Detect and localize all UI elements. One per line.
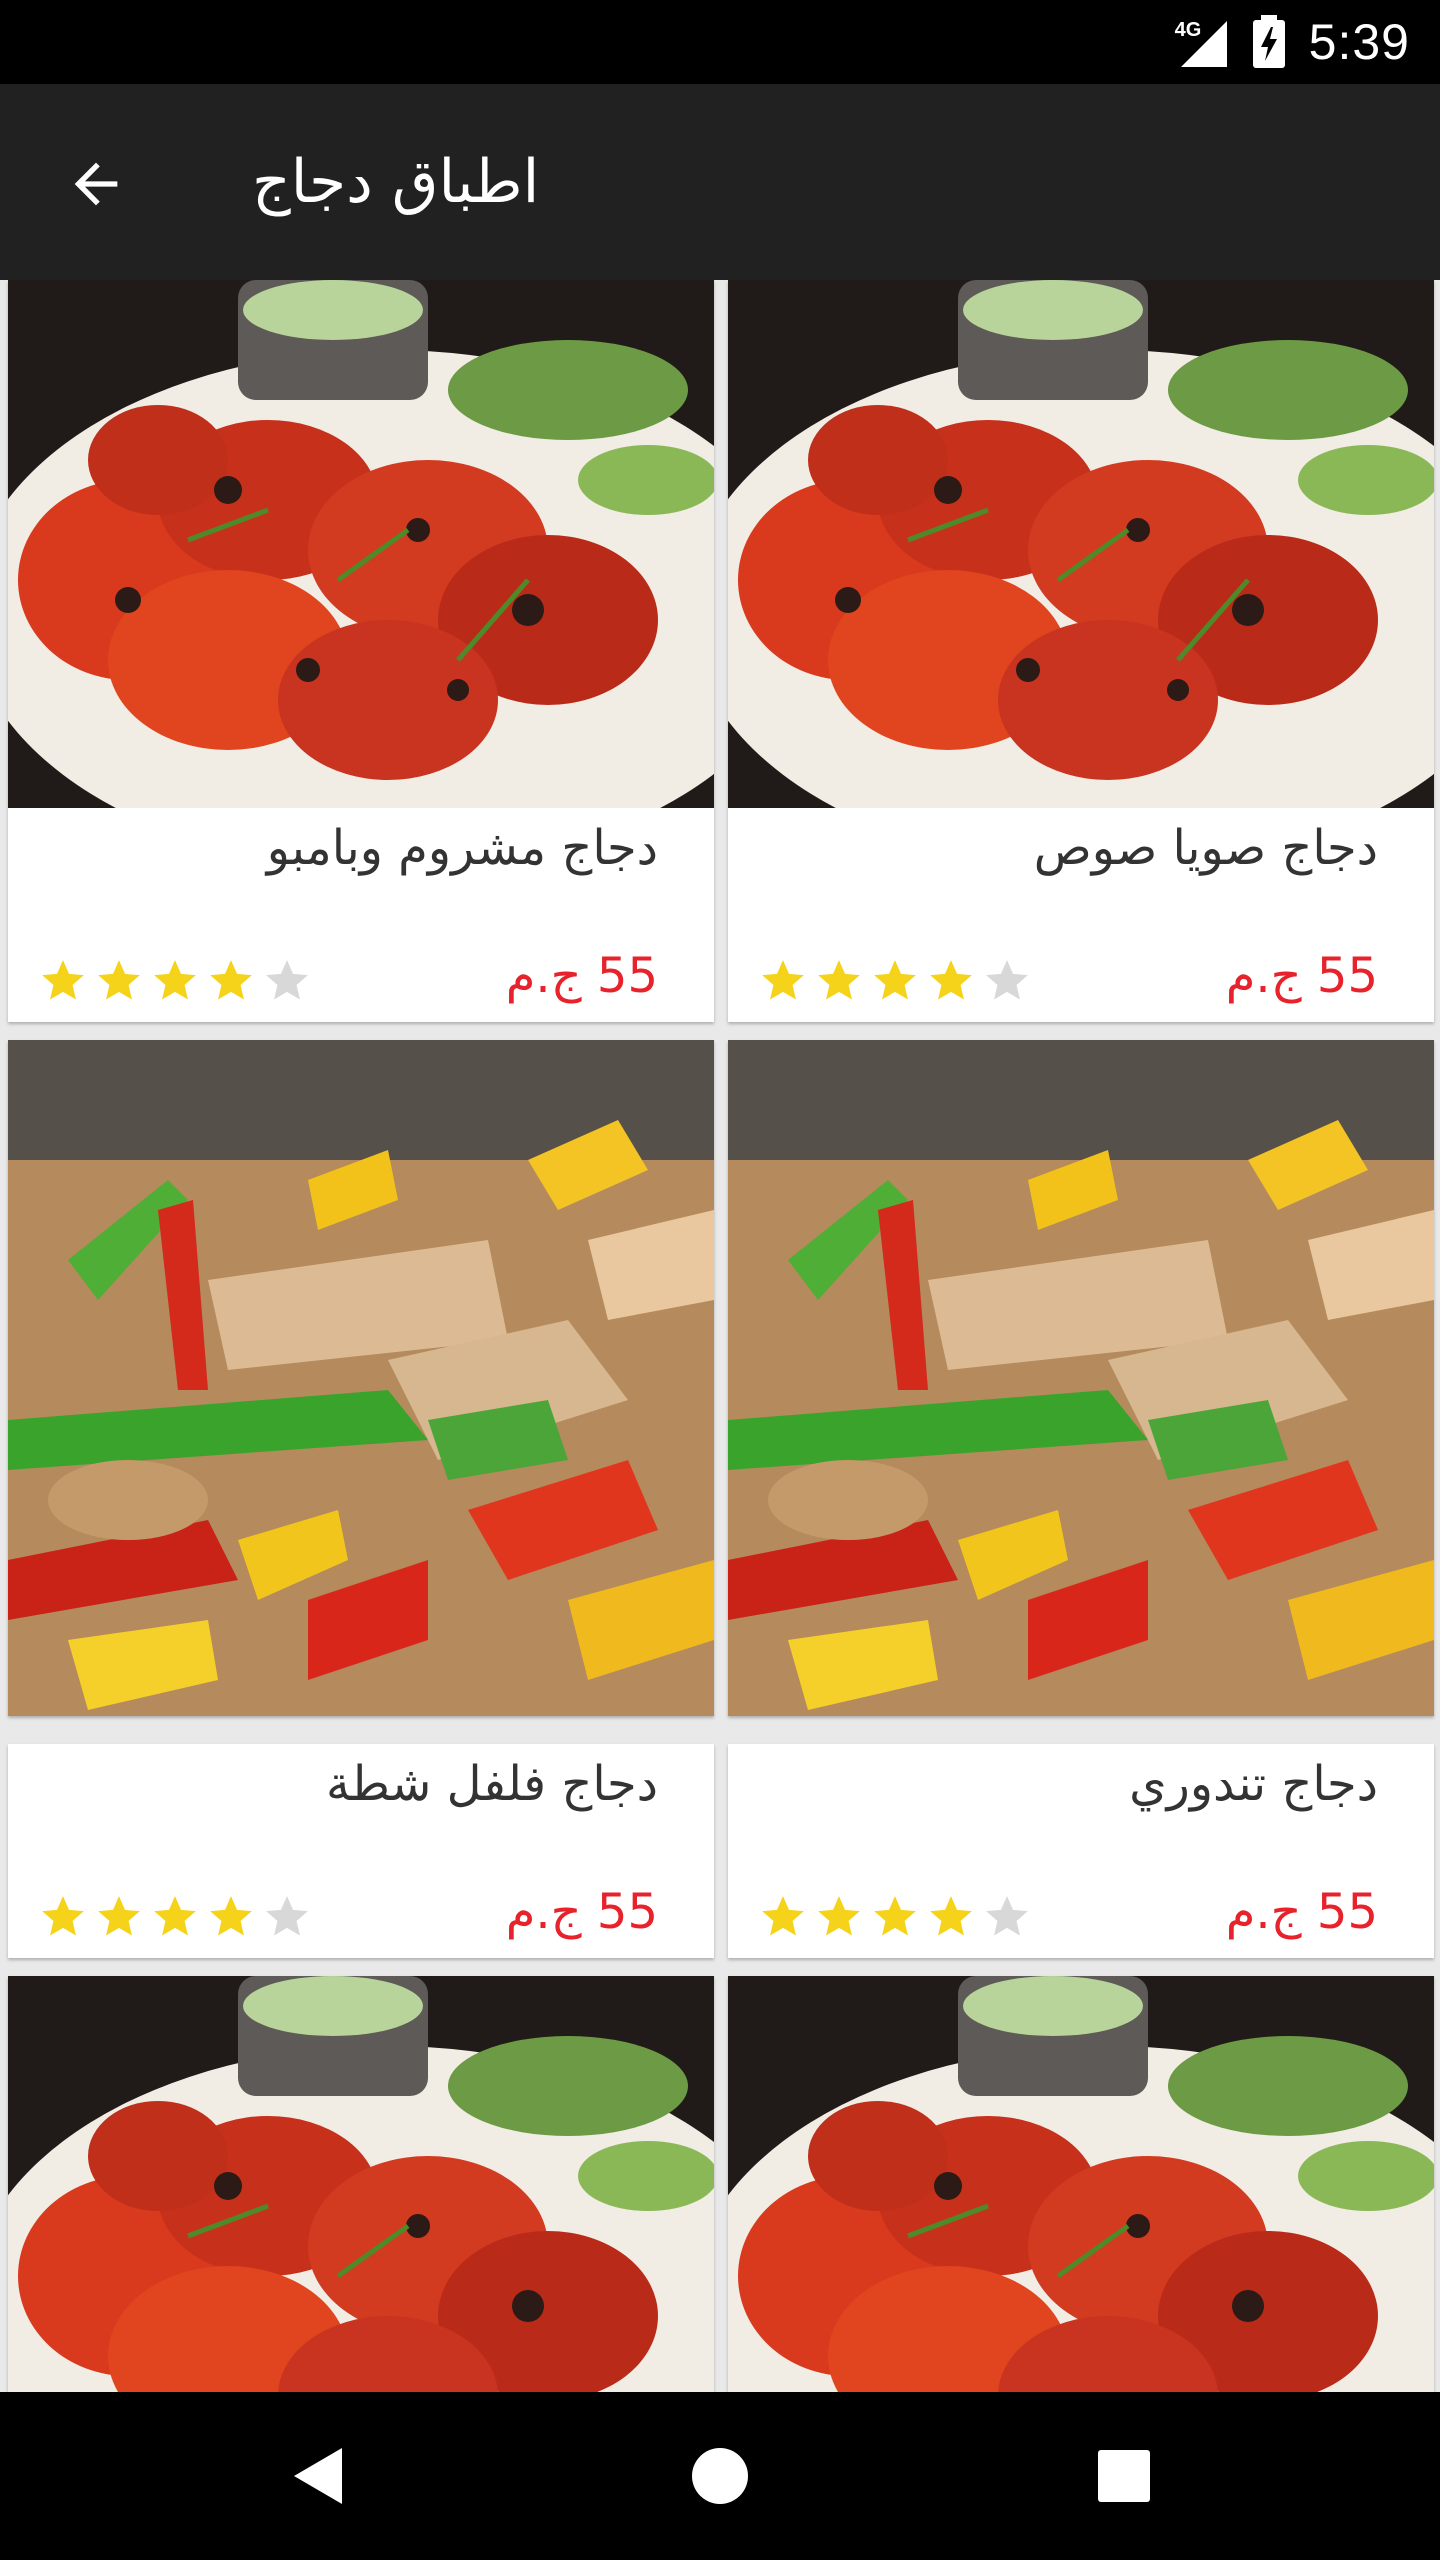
dish-name: دجاج فلفل شطة (326, 1756, 658, 1812)
dish-price: 55 ج.م (505, 948, 658, 1004)
dish-price: 55 ج.م (1225, 948, 1378, 1004)
rating-stars (758, 1892, 1032, 1942)
nav-home-icon (692, 2448, 748, 2504)
status-time: 5:39 (1308, 14, 1410, 70)
dish-name: دجاج مشروم وبامبو (266, 820, 658, 876)
dish-card[interactable] (8, 1040, 714, 1716)
dish-card[interactable] (728, 1976, 1434, 2392)
star-filled-icon (874, 1896, 916, 1936)
nav-back-icon (294, 2448, 342, 2504)
dish-card-footer[interactable]: دجاج فلفل شطة 55 ج.م (8, 1744, 714, 1958)
nav-home-button[interactable] (670, 2426, 770, 2526)
star-filled-icon (154, 960, 196, 1000)
dish-card[interactable]: دجاج مشروم وبامبو 55 ج.م (8, 280, 714, 1022)
star-empty-icon (266, 1896, 308, 1936)
dish-price: 55 ج.م (505, 1884, 658, 1940)
page-title: اطباق دجاج (252, 147, 540, 217)
nav-back-button[interactable] (268, 2426, 368, 2526)
star-filled-icon (98, 960, 140, 1000)
arrow-back-icon (74, 162, 118, 206)
status-bar: 4G 5:39 (0, 0, 1440, 84)
star-filled-icon (210, 1896, 252, 1936)
star-filled-icon (818, 1896, 860, 1936)
status-icons: 4G 5:39 (1175, 0, 1410, 84)
dish-image (8, 1976, 714, 2392)
rating-stars (758, 956, 1032, 1006)
dish-card[interactable] (8, 1976, 714, 2392)
app-bar: اطباق دجاج (0, 84, 1440, 280)
dish-card-footer[interactable]: دجاج تندوري 55 ج.م (728, 1744, 1434, 1958)
dish-card[interactable]: دجاج صويا صوص 55 ج.م (728, 280, 1434, 1022)
dish-name: دجاج صويا صوص (1033, 820, 1378, 876)
star-filled-icon (42, 960, 84, 1000)
star-filled-icon (762, 960, 804, 1000)
star-empty-icon (986, 960, 1028, 1000)
dish-image (8, 280, 714, 808)
dish-grid: دجاج صويا صوص 55 ج.م دجاج مشروم وبامبو 5… (0, 280, 1440, 2392)
dish-image (728, 1040, 1434, 1716)
dish-image (728, 1976, 1434, 2392)
back-button[interactable] (48, 136, 144, 232)
cellular-signal-icon: 4G (1175, 15, 1229, 69)
star-filled-icon (874, 960, 916, 1000)
nav-recents-button[interactable] (1074, 2426, 1174, 2526)
star-filled-icon (98, 1896, 140, 1936)
system-nav-bar (0, 2392, 1440, 2560)
star-filled-icon (42, 1896, 84, 1936)
star-filled-icon (210, 960, 252, 1000)
dish-name: دجاج تندوري (1129, 1756, 1378, 1812)
rating-stars (38, 956, 312, 1006)
battery-charging-icon (1251, 15, 1287, 69)
dish-image (8, 1040, 714, 1716)
star-filled-icon (762, 1896, 804, 1936)
star-filled-icon (930, 1896, 972, 1936)
dish-image (728, 280, 1434, 808)
nav-recents-icon (1098, 2450, 1150, 2502)
star-filled-icon (818, 960, 860, 1000)
dish-card[interactable] (728, 1040, 1434, 1716)
star-filled-icon (930, 960, 972, 1000)
star-empty-icon (986, 1896, 1028, 1936)
star-filled-icon (154, 1896, 196, 1936)
rating-stars (38, 1892, 312, 1942)
star-empty-icon (266, 960, 308, 1000)
dish-price: 55 ج.م (1225, 1884, 1378, 1940)
